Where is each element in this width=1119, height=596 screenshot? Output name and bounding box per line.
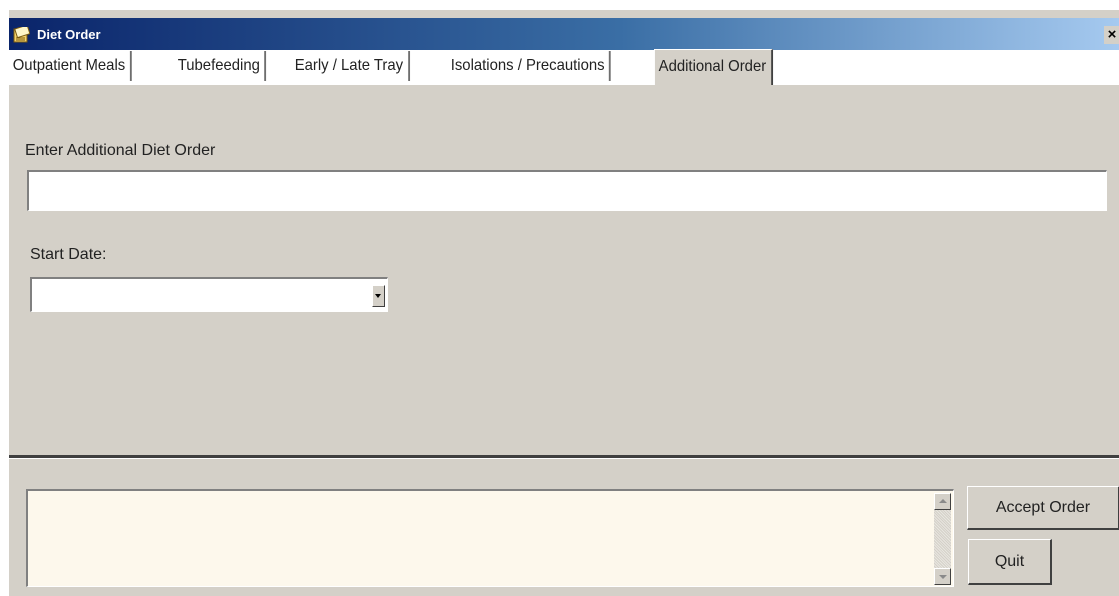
accept-order-button[interactable]: Accept Order bbox=[967, 486, 1119, 530]
close-icon[interactable]: × bbox=[1104, 26, 1119, 44]
scroll-down-arrow-icon[interactable] bbox=[934, 568, 951, 585]
chevron-down-icon[interactable] bbox=[372, 285, 385, 307]
tab-early-late-tray[interactable]: Early / Late Tray bbox=[291, 51, 410, 81]
additional-order-label: Enter Additional Diet Order bbox=[25, 142, 216, 159]
additional-order-panel bbox=[9, 85, 1119, 457]
diet-order-window: Diet Order × Outpatient Meals Tubefeedin… bbox=[8, 10, 1119, 596]
tab-isolations-precautions[interactable]: Isolations / Precautions bbox=[447, 51, 612, 81]
notepad-icon bbox=[13, 27, 30, 43]
tab-additional-order[interactable]: Additional Order bbox=[654, 49, 773, 85]
tab-tubefeeding[interactable]: Tubefeeding bbox=[174, 51, 267, 81]
additional-order-input[interactable] bbox=[27, 170, 1107, 211]
title-bar[interactable]: Diet Order × bbox=[9, 18, 1119, 50]
start-date-label: Start Date: bbox=[30, 246, 107, 263]
window-title: Diet Order bbox=[37, 27, 101, 42]
tab-outpatient-meals[interactable]: Outpatient Meals bbox=[9, 51, 132, 81]
scroll-up-arrow-icon[interactable] bbox=[934, 493, 951, 510]
order-summary-textarea[interactable] bbox=[26, 489, 954, 587]
start-date-dropdown[interactable] bbox=[30, 277, 388, 312]
tab-strip: Outpatient Meals Tubefeeding Early / Lat… bbox=[9, 49, 1119, 85]
notes-scrollbar[interactable] bbox=[934, 493, 951, 585]
quit-button[interactable]: Quit bbox=[968, 539, 1052, 585]
